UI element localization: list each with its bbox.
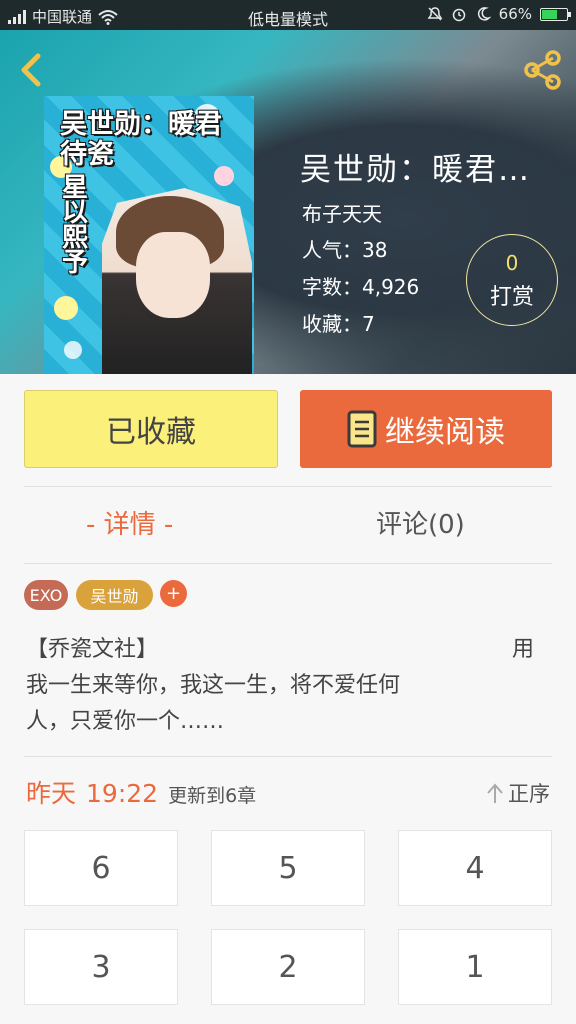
chapter-button[interactable]: 3 [24, 929, 178, 1005]
tab-detail[interactable]: - 详情 - [86, 504, 173, 541]
chapter-button[interactable]: 4 [398, 830, 552, 906]
book-author[interactable]: 布子天天 [302, 198, 382, 227]
favorited-label: 已收藏 [106, 415, 196, 450]
sort-order-button[interactable]: 正序 [486, 778, 550, 808]
description-line: 我一生来等你，我这一生，将不爱任何 [26, 673, 401, 698]
continue-reading-button[interactable]: 继续阅读 [300, 390, 552, 468]
book-cover[interactable]: 吴世勋：暖君待瓷 星以熙予 [44, 96, 254, 374]
update-day: 昨天 [26, 779, 77, 808]
update-text: 更新到6章 [168, 785, 257, 807]
tag-wu-shixun[interactable]: 吴世勋 [76, 580, 153, 610]
reward-count: 0 [505, 251, 519, 275]
moon-icon [477, 7, 491, 21]
back-arrow-icon[interactable] [14, 50, 50, 90]
sort-order-label: 正序 [508, 782, 550, 806]
battery-percent: 66% [498, 5, 532, 23]
status-bar: 中国联通 低电量模式 66% [0, 0, 576, 30]
tag-exo[interactable]: EXO [24, 580, 68, 610]
chapter-button[interactable]: 5 [211, 830, 365, 906]
battery-icon [540, 7, 571, 21]
description-line: 【乔瓷文社】 [26, 637, 159, 662]
chapter-button[interactable]: 6 [24, 830, 178, 906]
reward-label: 打赏 [489, 285, 534, 310]
book-title: 吴世勋：暖君… [300, 152, 531, 188]
favorited-button[interactable]: 已收藏 [24, 390, 278, 468]
cover-subtitle-text: 星以熙予 [62, 173, 89, 278]
chapter-button[interactable]: 1 [398, 929, 552, 1005]
book-description: 【乔瓷文社】 用 我一生来等你，我这一生，将不爱任何 人，只爱你一个…… [26, 632, 536, 740]
description-line-tail: 用 [512, 637, 535, 662]
divider [24, 563, 552, 564]
description-line: 人，只爱你一个…… [26, 709, 225, 734]
add-tag-button[interactable]: + [160, 580, 187, 607]
divider [24, 486, 552, 487]
book-favorites: 收藏：7 [302, 312, 375, 336]
reward-button[interactable]: 0 打赏 [466, 234, 558, 326]
book-popularity: 人气：38 [302, 238, 388, 262]
arrow-up-icon [487, 783, 503, 803]
chapter-button[interactable]: 2 [211, 929, 365, 1005]
tab-comment[interactable]: 评论(0) [376, 504, 465, 541]
share-icon[interactable] [520, 48, 564, 92]
book-word-count: 字数：4,926 [302, 275, 420, 299]
alarm-icon [452, 8, 465, 22]
book-header: 吴世勋：暖君待瓷 星以熙予 吴世勋：暖君… 布子天天 人气：38 字数：4,92… [0, 30, 576, 374]
update-time: 19:22 [86, 779, 159, 808]
book-icon [347, 410, 377, 448]
cover-title-text: 吴世勋：暖君待瓷 [60, 109, 222, 170]
update-info: 昨天 19:22 更新到6章 [26, 774, 256, 810]
divider [24, 756, 552, 757]
mute-bell-icon [427, 7, 443, 21]
continue-reading-label: 继续阅读 [385, 415, 505, 450]
